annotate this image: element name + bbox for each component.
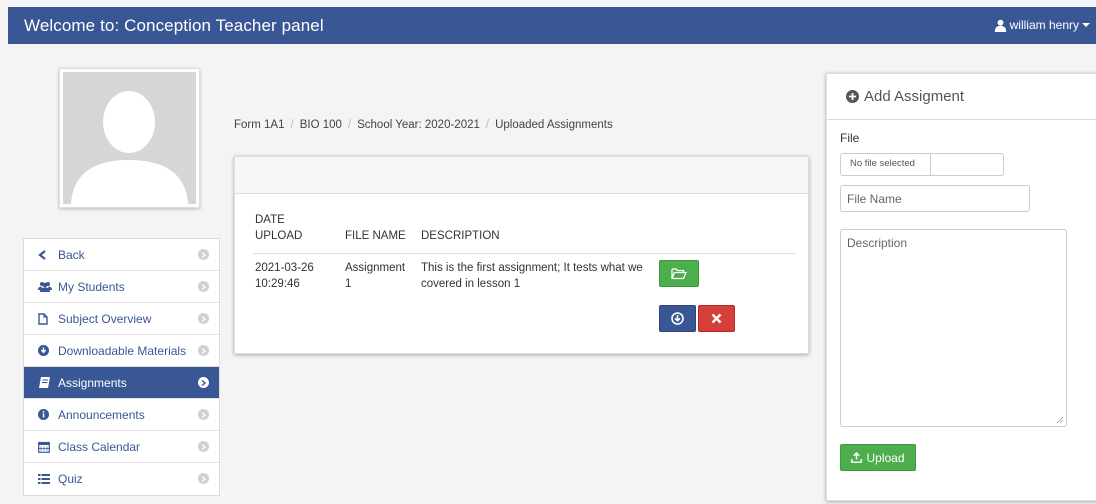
file-input[interactable]: No file selected [840, 153, 1004, 176]
resize-grip-icon[interactable] [1056, 416, 1064, 424]
download-circle-icon [671, 312, 684, 325]
plus-circle-icon [846, 90, 859, 103]
breadcrumb: Form 1A1 / BIO 100 / School Year: 2020-2021 /… [234, 119, 613, 131]
chevron-right-icon [198, 409, 209, 420]
file-icon [38, 312, 54, 325]
file-name-input[interactable]: File Name [840, 185, 1030, 212]
panel-header [235, 157, 808, 194]
delete-button[interactable] [698, 305, 735, 332]
cell-date-upload: 2021-03-26 10:29:46 [255, 262, 314, 290]
sidebar-item-quiz[interactable]: Quiz [24, 463, 219, 495]
breadcrumb-separator: / [347, 119, 352, 131]
column-header-description: DESCRIPTION [421, 230, 500, 242]
user-icon [994, 19, 1007, 32]
sidebar-item-subject-overview[interactable]: Subject Overview [24, 303, 219, 335]
add-assignment-title: Add Assigment [864, 88, 965, 105]
sidebar-item-label: Assignments [58, 375, 127, 390]
sidebar-item-label: My Students [58, 279, 125, 294]
open-folder-button[interactable] [659, 260, 699, 287]
description-textarea[interactable]: Description [840, 229, 1067, 427]
caret-down-icon [1082, 22, 1090, 28]
user-menu[interactable]: william henry [994, 18, 1090, 32]
chevron-right-icon [198, 473, 209, 484]
sidebar-item-label: Class Calendar [58, 439, 141, 454]
breadcrumb-item-current: Uploaded Assignments [495, 119, 613, 131]
sidebar-nav: Back My Students Subject Overview Downlo… [23, 238, 220, 496]
calendar-icon [38, 441, 54, 453]
close-icon [711, 313, 722, 324]
folder-open-icon [671, 268, 687, 280]
sidebar-item-label: Subject Overview [58, 311, 152, 326]
sidebar-item-label: Quiz [58, 472, 83, 486]
add-assignment-header: Add Assigment [827, 74, 1096, 120]
info-icon [38, 409, 54, 420]
sidebar-item-label: Announcements [58, 407, 145, 422]
avatar-silhouette-icon [63, 72, 196, 204]
breadcrumb-separator: / [290, 119, 294, 131]
sidebar-item-label: Back [58, 247, 85, 262]
chevron-right-icon [198, 313, 209, 324]
upload-icon [851, 452, 863, 463]
user-name: william henry [1009, 18, 1079, 32]
sidebar-item-my-students[interactable]: My Students [24, 271, 219, 303]
header-divider [253, 253, 796, 254]
sidebar-item-announcements[interactable]: Announcements [24, 399, 219, 431]
cell-description: This is the first assignment; It tests w… [421, 262, 643, 290]
app-title: Welcome to: Conception Teacher panel [24, 16, 324, 35]
column-header-date-upload: DATE UPLOAD [255, 214, 303, 242]
breadcrumb-item[interactable]: Form 1A1 [234, 119, 285, 131]
sidebar-item-class-calendar[interactable]: Class Calendar [24, 431, 219, 463]
breadcrumb-separator: / [485, 119, 490, 131]
cell-file-name: Assignment 1 [345, 262, 406, 290]
users-icon [38, 281, 54, 292]
profile-avatar [59, 68, 200, 208]
download-circle-icon [38, 345, 54, 356]
breadcrumb-item[interactable]: School Year: 2020-2021 [357, 119, 480, 131]
chevron-right-icon [198, 377, 209, 388]
top-navbar: Welcome to: Conception Teacher panel wil… [8, 7, 1096, 44]
upload-label: Upload [866, 450, 905, 465]
sidebar-item-back[interactable]: Back [24, 239, 219, 271]
sidebar-item-downloadable-materials[interactable]: Downloadable Materials [24, 335, 219, 367]
chevron-right-icon [198, 249, 209, 260]
breadcrumb-item[interactable]: BIO 100 [300, 119, 342, 131]
list-icon [38, 474, 54, 484]
upload-button[interactable]: Upload [840, 444, 916, 471]
chevron-right-icon [198, 345, 209, 356]
sidebar-item-label: Downloadable Materials [58, 343, 187, 358]
sidebar-item-assignments[interactable]: Assignments [24, 367, 219, 399]
download-button[interactable] [659, 305, 696, 332]
assignments-table-panel: DATE UPLOAD FILE NAME DESCRIPTION 2021-0… [234, 156, 809, 354]
chevron-right-icon [198, 441, 209, 452]
description-placeholder: Description [847, 236, 908, 250]
column-header-file-name: FILE NAME [345, 230, 406, 242]
file-label: File [840, 131, 860, 145]
file-status[interactable]: No file selected [841, 154, 931, 175]
book-icon [38, 377, 54, 388]
chevron-right-icon [198, 281, 209, 292]
chevron-left-icon [38, 249, 54, 260]
